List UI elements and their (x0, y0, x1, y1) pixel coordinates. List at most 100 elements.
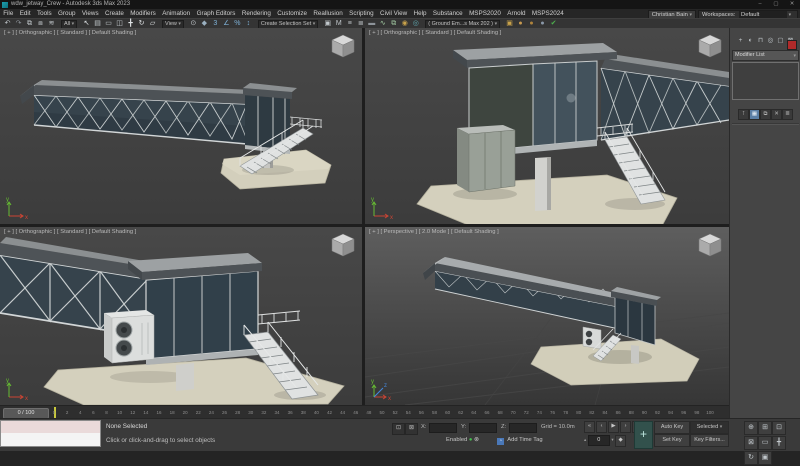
isolate-selection-toggle[interactable]: ⊡ (392, 423, 405, 435)
viewcube[interactable] (697, 33, 723, 59)
arnold-check-icon[interactable]: ✔ (548, 19, 559, 28)
pan-icon[interactable]: ╋ (772, 436, 786, 450)
select-by-name-icon[interactable]: ▤ (92, 19, 103, 28)
configure-modifier-sets-icon[interactable]: ≣ (782, 109, 793, 120)
zoom-icon[interactable]: ⊕ (744, 421, 758, 435)
menu-rendering[interactable]: Rendering (239, 9, 274, 18)
orbit-icon[interactable]: ↻ (744, 451, 758, 465)
maximize-button[interactable]: ▢ (768, 0, 784, 9)
mirror-icon[interactable]: M (333, 19, 344, 28)
render-production-icon[interactable]: ● (515, 19, 526, 28)
auto-key-button[interactable]: Auto Key (654, 421, 690, 434)
current-frame-field[interactable]: 0 (588, 435, 610, 446)
select-and-link-icon[interactable]: ⧉ (24, 19, 35, 28)
zoom-extents-all-icon[interactable]: ⊠ (744, 436, 758, 450)
spinner-snap-icon[interactable]: ↕ (243, 19, 254, 28)
zoom-all-icon[interactable]: ⊞ (758, 421, 772, 435)
window-crossing-icon[interactable]: ◫ (114, 19, 125, 28)
key-selection-dropdown[interactable]: Selected ▾ (690, 421, 729, 434)
render-online-icon[interactable]: ● (537, 19, 548, 28)
menu-scripting[interactable]: Scripting (346, 9, 377, 18)
angle-snap-icon[interactable]: ∠ (221, 19, 232, 28)
render-setup-icon[interactable]: ◎ (410, 19, 421, 28)
frame-spinner-up[interactable]: ▴ (584, 435, 586, 444)
set-keys-button[interactable]: + (634, 421, 653, 449)
previous-frame-icon[interactable]: ‹ (596, 421, 607, 433)
object-color-swatch[interactable] (787, 40, 797, 50)
bind-to-space-warp-icon[interactable]: ≋ (46, 19, 57, 28)
play-icon[interactable]: ▶ (608, 421, 619, 433)
select-and-move-icon[interactable]: ╋ (125, 19, 136, 28)
menu-graph-editors[interactable]: Graph Editors (193, 9, 238, 18)
menu-modifiers[interactable]: Modifiers (127, 9, 159, 18)
viewport-top-right[interactable]: [ + ] [ Orthographic ] [ Standard ] [ De… (365, 28, 729, 224)
menu-edit[interactable]: Edit (17, 9, 34, 18)
show-end-result-icon[interactable]: ▦ (749, 109, 760, 120)
viewcube[interactable] (330, 232, 356, 258)
minimize-button[interactable]: – (752, 0, 768, 9)
select-and-rotate-icon[interactable]: ↻ (136, 19, 147, 28)
close-button[interactable]: ✕ (784, 0, 800, 9)
menu-msps2020[interactable]: MSPS2020 (466, 9, 504, 18)
rectangular-selection-icon[interactable]: ▭ (103, 19, 114, 28)
layer-explorer-icon[interactable]: ≣ (355, 19, 366, 28)
render-iterative-icon[interactable]: ● (526, 19, 537, 28)
rendered-frame-window-icon[interactable]: ▣ (504, 19, 515, 28)
menu-civil-view[interactable]: Civil View (377, 9, 411, 18)
menu-group[interactable]: Group (55, 9, 79, 18)
undo-icon[interactable]: ↶ (2, 19, 13, 28)
viewport-label[interactable]: [ + ] [ Orthographic ] [ Standard ] [ De… (369, 30, 501, 36)
viewcube[interactable] (697, 232, 723, 258)
x-coord-field[interactable] (429, 423, 457, 433)
material-editor-icon[interactable]: ◉ (399, 19, 410, 28)
zoom-region-icon[interactable]: ▭ (758, 436, 772, 450)
viewport-bottom-right[interactable]: [ + ] [ Perspective ] [ 2.0 Mode ] [ Def… (365, 227, 729, 405)
modifier-stack-list[interactable] (732, 62, 799, 100)
menu-file[interactable]: File (0, 9, 17, 18)
adaptive-degradation-toggle[interactable]: Enabled ● ⊗ (446, 437, 479, 443)
snap-toggle-3d-icon[interactable]: 3 (210, 19, 221, 28)
selection-lock-toggle[interactable]: ⊠ (405, 423, 418, 435)
viewcube[interactable] (330, 33, 356, 59)
next-frame-icon[interactable]: › (620, 421, 631, 433)
key-filters-button[interactable]: Key Filters... (690, 434, 729, 447)
menu-reallusion[interactable]: Reallusion (310, 9, 346, 18)
select-and-manipulate-icon[interactable]: ◆ (199, 19, 210, 28)
toggle-ribbon-icon[interactable]: ▬ (366, 19, 377, 28)
z-coord-field[interactable] (509, 423, 537, 433)
select-object-icon[interactable]: ↖ (81, 19, 92, 28)
viewport-bottom-left[interactable]: [ + ] [ Orthographic ] [ Standard ] [ De… (0, 227, 362, 405)
add-time-tag-button[interactable]: ◔ Add Time Tag (497, 437, 543, 445)
menu-views[interactable]: Views (79, 9, 102, 18)
pin-stack-icon[interactable]: ⊺ (738, 109, 749, 120)
menu-substance[interactable]: Substance (430, 9, 466, 18)
viewport-label[interactable]: [ + ] [ Orthographic ] [ Standard ] [ De… (4, 30, 136, 36)
go-to-start-icon[interactable]: « (584, 421, 595, 433)
menu-create[interactable]: Create (102, 9, 127, 18)
zoom-extents-icon[interactable]: ⊡ (772, 421, 786, 435)
schematic-view-icon[interactable]: ⧉ (388, 19, 399, 28)
timeline-track-bar[interactable]: 0 / 100 02468101214161820222426283032343… (0, 405, 729, 419)
curve-editor-icon[interactable]: ∿ (377, 19, 388, 28)
menu-help[interactable]: Help (410, 9, 429, 18)
redo-icon[interactable]: ↷ (13, 19, 24, 28)
edit-named-selection-sets-icon[interactable]: ▣ (322, 19, 333, 28)
menu-animation[interactable]: Animation (159, 9, 193, 18)
align-icon[interactable]: ≡ (344, 19, 355, 28)
frame-spinner-down[interactable]: ▾ (611, 435, 613, 444)
percent-snap-icon[interactable]: % (232, 19, 243, 28)
make-unique-icon[interactable]: ⧉ (760, 109, 771, 120)
viewport-top-left[interactable]: [ + ] [ Orthographic ] [ Standard ] [ De… (0, 28, 362, 224)
viewport-label[interactable]: [ + ] [ Orthographic ] [ Standard ] [ De… (4, 229, 136, 235)
menu-msps2024[interactable]: MSPS2024 (529, 9, 567, 18)
menu-arnold[interactable]: Arnold (504, 9, 529, 18)
circle-x-icon[interactable]: ⊗ (474, 437, 479, 443)
remove-modifier-icon[interactable]: ✕ (771, 109, 782, 120)
y-coord-field[interactable] (469, 423, 497, 433)
viewport-label[interactable]: [ + ] [ Perspective ] [ 2.0 Mode ] [ Def… (369, 229, 499, 235)
menu-tools[interactable]: Tools (34, 9, 55, 18)
maxscript-mini-listener[interactable] (0, 433, 101, 447)
select-and-scale-icon[interactable]: ▱ (147, 19, 158, 28)
set-key-button[interactable]: Set Key (654, 434, 690, 447)
key-mode-toggle-icon[interactable]: ◆ (615, 435, 626, 447)
